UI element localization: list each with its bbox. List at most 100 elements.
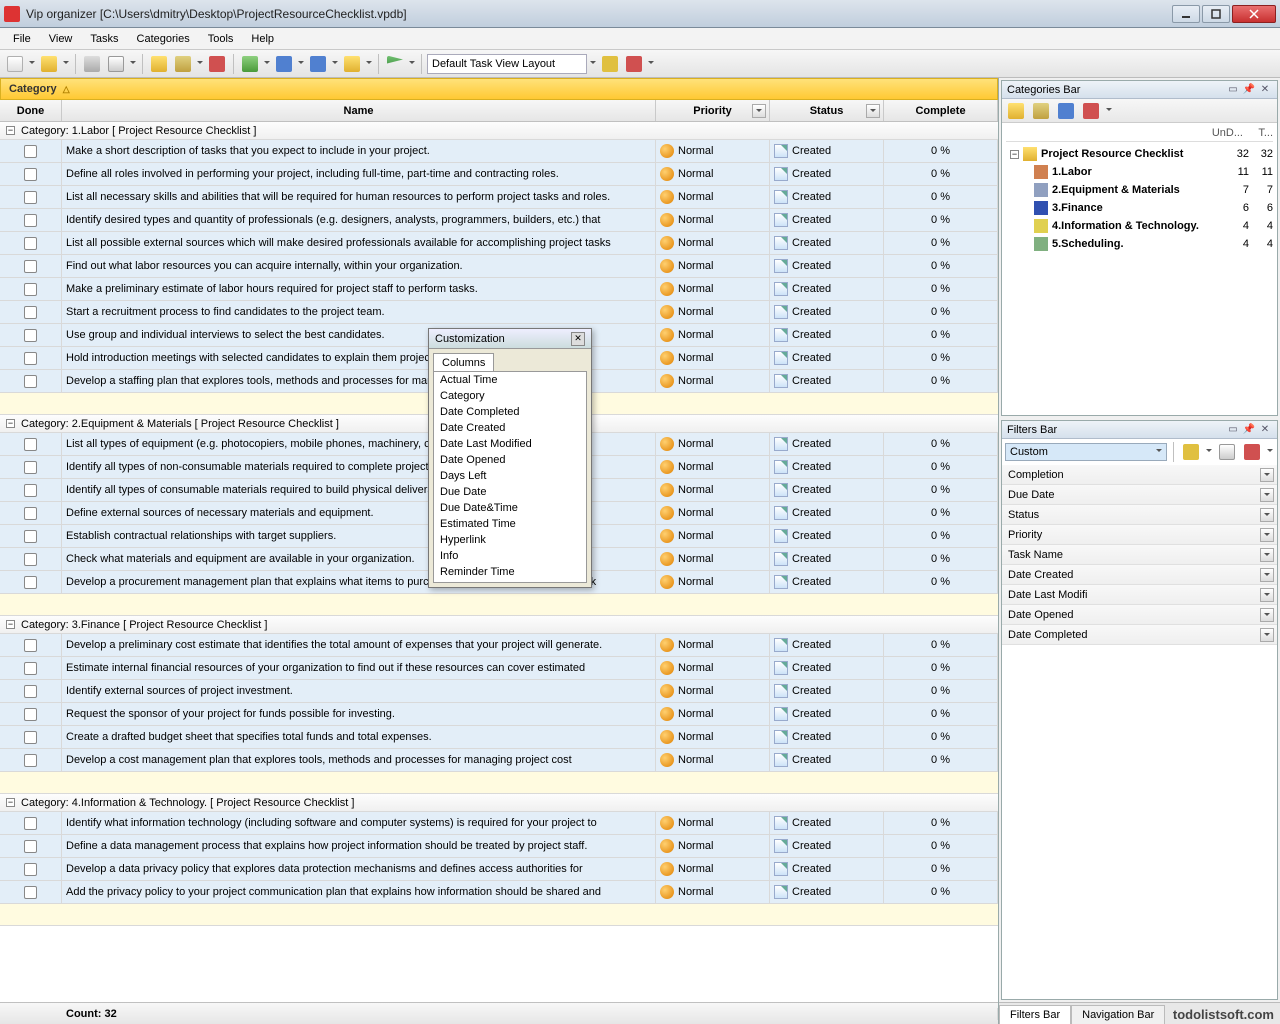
checkbox[interactable]: [24, 553, 37, 566]
filter-dropdown[interactable]: [1260, 528, 1274, 542]
status-cell[interactable]: Created: [770, 726, 884, 748]
priority-cell[interactable]: Normal: [656, 301, 770, 323]
status-cell[interactable]: Created: [770, 502, 884, 524]
status-cell[interactable]: Created: [770, 370, 884, 392]
done-cell[interactable]: [0, 726, 62, 748]
checkbox[interactable]: [24, 168, 37, 181]
complete-dropdown[interactable]: [263, 53, 271, 75]
name-cell[interactable]: Make a short description of tasks that y…: [62, 140, 656, 162]
checkbox[interactable]: [24, 484, 37, 497]
priority-cell[interactable]: Normal: [656, 548, 770, 570]
menu-file[interactable]: File: [4, 30, 40, 48]
checkbox[interactable]: [24, 840, 37, 853]
priority-dropdown[interactable]: [297, 53, 305, 75]
done-cell[interactable]: [0, 278, 62, 300]
name-cell[interactable]: Develop a cost management plan that expl…: [62, 749, 656, 771]
delete-button[interactable]: [206, 53, 228, 75]
task-row[interactable]: Add the privacy policy to your project c…: [0, 881, 998, 904]
priority-button[interactable]: [273, 53, 295, 75]
priority-cell[interactable]: Normal: [656, 703, 770, 725]
checkbox[interactable]: [24, 685, 37, 698]
flag-button[interactable]: [384, 53, 406, 75]
filter-clear-button[interactable]: [1216, 441, 1238, 463]
priority-cell[interactable]: Normal: [656, 232, 770, 254]
done-cell[interactable]: [0, 858, 62, 880]
task-row[interactable]: Identify desired types and quantity of p…: [0, 209, 998, 232]
done-cell[interactable]: [0, 232, 62, 254]
done-cell[interactable]: [0, 347, 62, 369]
name-cell[interactable]: Find out what labor resources you can ac…: [62, 255, 656, 277]
menu-help[interactable]: Help: [242, 30, 283, 48]
popup-titlebar[interactable]: Customization ✕: [429, 329, 591, 349]
task-row[interactable]: Develop a cost management plan that expl…: [0, 749, 998, 772]
col-status-filter[interactable]: [866, 104, 880, 118]
preview-dropdown[interactable]: [129, 53, 137, 75]
close-button[interactable]: [1232, 5, 1276, 23]
complete-cell[interactable]: 0 %: [884, 370, 998, 392]
complete-cell[interactable]: 0 %: [884, 812, 998, 834]
done-cell[interactable]: [0, 301, 62, 323]
checkbox[interactable]: [24, 754, 37, 767]
panel-pin-icon[interactable]: 📌: [1242, 423, 1256, 437]
complete-cell[interactable]: 0 %: [884, 858, 998, 880]
status-cell[interactable]: Created: [770, 278, 884, 300]
complete-cell[interactable]: 0 %: [884, 634, 998, 656]
status-cell[interactable]: Created: [770, 324, 884, 346]
layout-select[interactable]: Default Task View Layout: [427, 54, 587, 74]
task-row[interactable]: Make a short description of tasks that y…: [0, 140, 998, 163]
collapse-icon[interactable]: −: [1010, 150, 1019, 159]
tree-item[interactable]: 4.Information & Technology.44: [1006, 217, 1273, 235]
priority-cell[interactable]: Normal: [656, 749, 770, 771]
popup-close-button[interactable]: ✕: [571, 332, 585, 346]
complete-cell[interactable]: 0 %: [884, 433, 998, 455]
task-row[interactable]: Develop a preliminary cost estimate that…: [0, 634, 998, 657]
maximize-button[interactable]: [1202, 5, 1230, 23]
checkbox[interactable]: [24, 530, 37, 543]
complete-button[interactable]: [239, 53, 261, 75]
checkbox[interactable]: [24, 191, 37, 204]
status-cell[interactable]: Created: [770, 301, 884, 323]
tree-item[interactable]: 5.Scheduling.44: [1006, 235, 1273, 253]
name-cell[interactable]: Identify desired types and quantity of p…: [62, 209, 656, 231]
done-cell[interactable]: [0, 634, 62, 656]
filter-dropdown[interactable]: [1260, 628, 1274, 642]
done-cell[interactable]: [0, 680, 62, 702]
priority-cell[interactable]: Normal: [656, 680, 770, 702]
complete-cell[interactable]: 0 %: [884, 186, 998, 208]
layout-more-dropdown[interactable]: [647, 53, 655, 75]
column-option[interactable]: Actual Time: [434, 372, 586, 388]
name-cell[interactable]: Make a preliminary estimate of labor hou…: [62, 278, 656, 300]
complete-cell[interactable]: 0 %: [884, 140, 998, 162]
priority-cell[interactable]: Normal: [656, 456, 770, 478]
name-cell[interactable]: Start a recruitment process to find cand…: [62, 301, 656, 323]
status-cell[interactable]: Created: [770, 703, 884, 725]
categories-panel-header[interactable]: Categories Bar ▭ 📌 ✕: [1002, 81, 1277, 99]
name-cell[interactable]: Estimate internal financial resources of…: [62, 657, 656, 679]
status-cell[interactable]: Created: [770, 479, 884, 501]
open-dropdown[interactable]: [62, 53, 70, 75]
priority-cell[interactable]: Normal: [656, 347, 770, 369]
checkbox[interactable]: [24, 817, 37, 830]
status-cell[interactable]: Created: [770, 881, 884, 903]
priority-cell[interactable]: Normal: [656, 209, 770, 231]
status-button[interactable]: [307, 53, 329, 75]
complete-cell[interactable]: 0 %: [884, 502, 998, 524]
edit-dropdown[interactable]: [196, 53, 204, 75]
filters-panel-header[interactable]: Filters Bar ▭ 📌 ✕: [1002, 421, 1277, 439]
task-row[interactable]: Define all roles involved in performing …: [0, 163, 998, 186]
priority-cell[interactable]: Normal: [656, 186, 770, 208]
column-option[interactable]: Date Opened: [434, 452, 586, 468]
done-cell[interactable]: [0, 548, 62, 570]
checkbox[interactable]: [24, 438, 37, 451]
cat-edit-button[interactable]: [1030, 100, 1052, 122]
checkbox[interactable]: [24, 886, 37, 899]
flag-dropdown[interactable]: [408, 53, 416, 75]
priority-cell[interactable]: Normal: [656, 858, 770, 880]
done-cell[interactable]: [0, 433, 62, 455]
done-cell[interactable]: [0, 657, 62, 679]
checkbox[interactable]: [24, 283, 37, 296]
priority-cell[interactable]: Normal: [656, 881, 770, 903]
column-option[interactable]: Info: [434, 548, 586, 564]
checkbox[interactable]: [24, 260, 37, 273]
checkbox[interactable]: [24, 708, 37, 721]
